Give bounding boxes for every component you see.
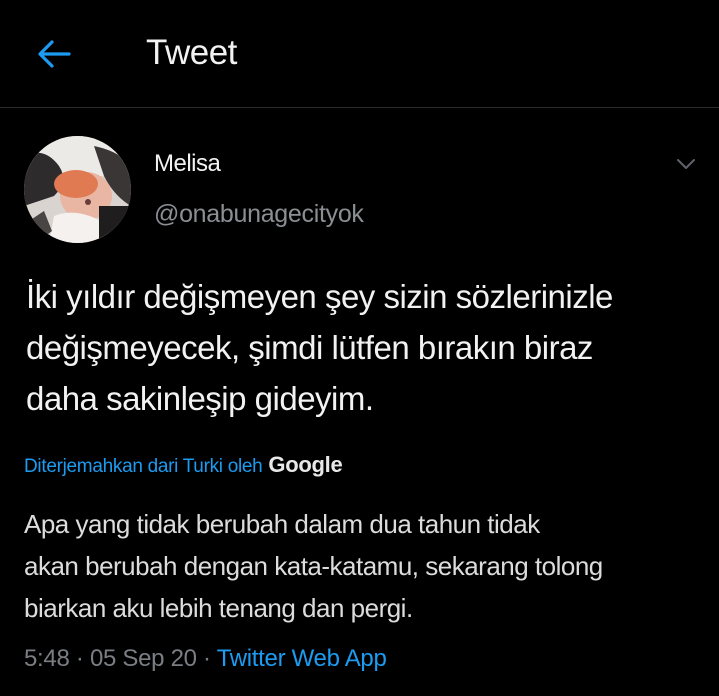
translation-attribution[interactable]: Diterjemahkan dari Turki oleh Google: [24, 452, 343, 478]
translated-text-line: biarkan aku lebih tenang dan pergi.: [24, 593, 413, 623]
page-title: Tweet: [146, 33, 237, 72]
translation-label: Diterjemahkan dari Turki oleh: [24, 456, 263, 477]
tweet-text: İki yıldır değişmeyen şey sizin sözlerin…: [26, 271, 706, 424]
top-app-bar: Tweet: [0, 0, 719, 108]
translated-text-line: Apa yang tidak berubah dalam dua tahun t…: [24, 509, 540, 539]
back-button[interactable]: [30, 30, 78, 78]
arrow-left-icon: [38, 40, 71, 68]
tweet-source-link[interactable]: Twitter Web App: [217, 645, 387, 672]
tweet-text-line: İki yıldır değişmeyen şey sizin sözlerin…: [26, 278, 613, 315]
google-logo: Google: [268, 452, 343, 477]
chevron-down-icon: [677, 159, 695, 169]
avatar[interactable]: [24, 136, 131, 243]
tweet-time: 5:48: [24, 645, 70, 672]
tweet-text-line: değişmeyecek, şimdi lütfen bırakın biraz: [26, 329, 593, 366]
meta-separator: ·: [196, 645, 217, 672]
tweet-text-line: daha sakinleşip gideyim.: [26, 380, 374, 417]
meta-separator: ·: [69, 645, 90, 672]
tweet-date: 05 Sep 20: [89, 645, 197, 672]
translated-text: Apa yang tidak berubah dalam dua tahun t…: [24, 503, 714, 629]
tweet-meta: 5:48 · 05 Sep 20 · Twitter Web App: [24, 645, 387, 673]
author-handle[interactable]: @onabunagecityok: [154, 200, 364, 229]
more-options-button[interactable]: [668, 148, 704, 180]
author-name[interactable]: Melisa: [154, 150, 221, 178]
user-avatar-image: [24, 136, 131, 243]
translated-text-line: akan berubah dengan kata-katamu, sekaran…: [24, 551, 603, 581]
